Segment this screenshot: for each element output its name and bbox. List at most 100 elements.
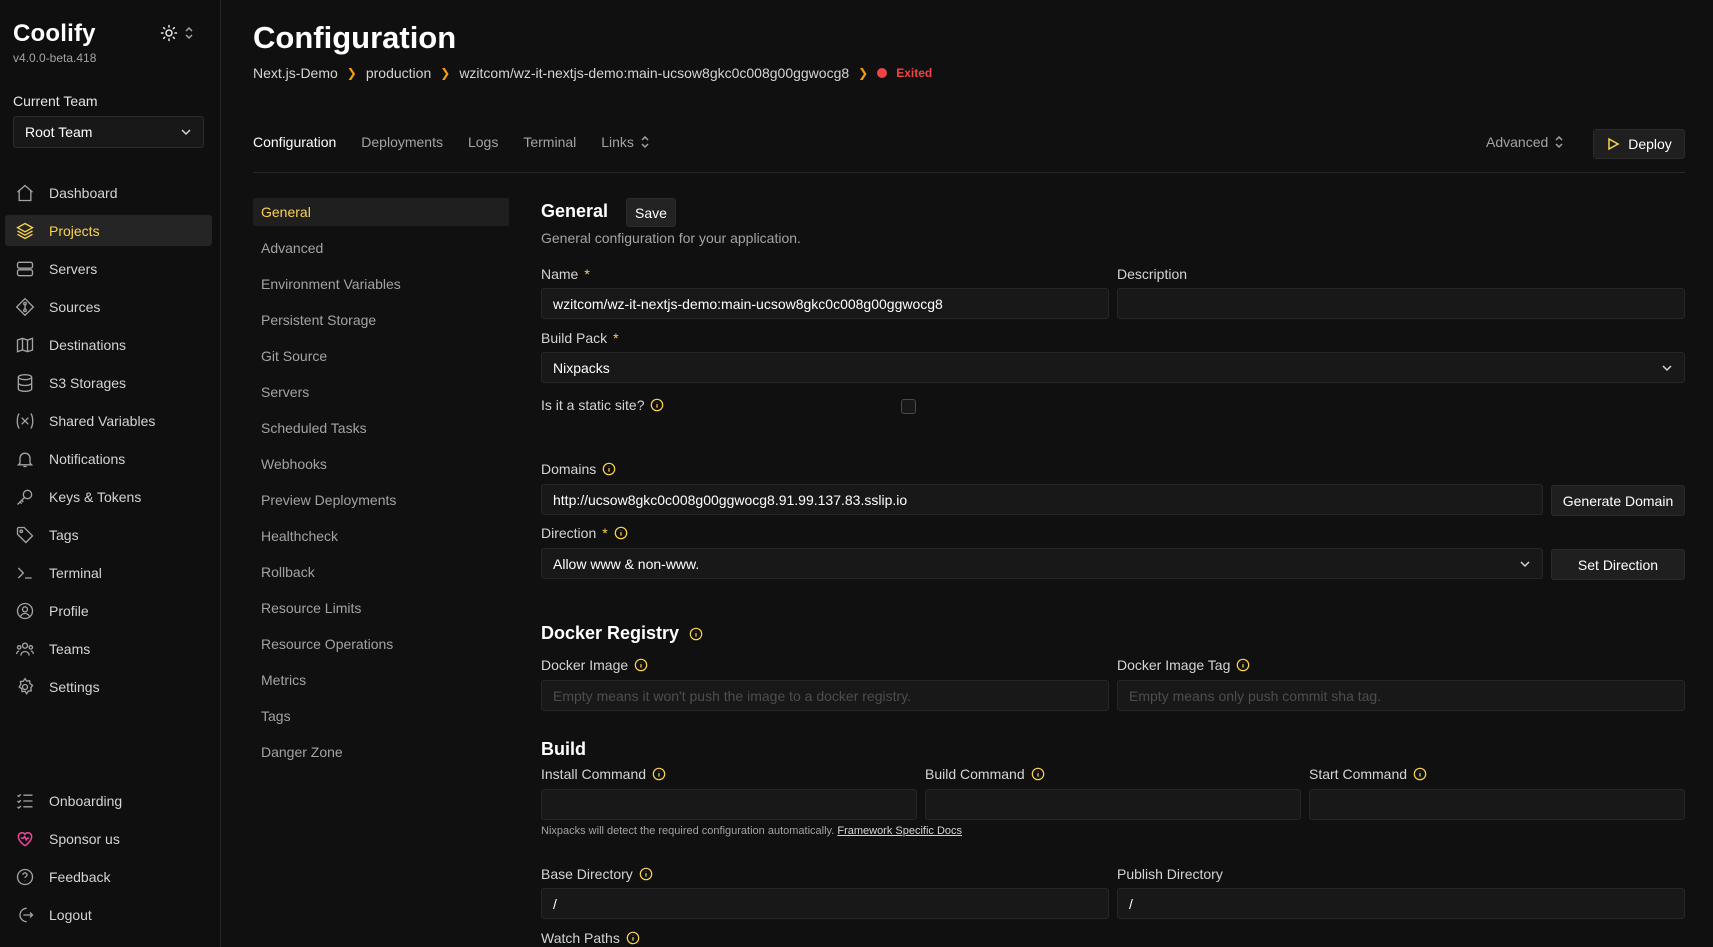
subnav-scheduled-tasks[interactable]: Scheduled Tasks [253, 414, 509, 442]
nav-item-notifications[interactable]: Notifications [5, 443, 212, 474]
page-title: Configuration [253, 20, 457, 55]
subnav-environment-variables[interactable]: Environment Variables [253, 270, 509, 298]
tab-deployments[interactable]: Deployments [361, 134, 443, 150]
base-directory-input[interactable]: / [541, 888, 1109, 919]
subnav-persistent-storage[interactable]: Persistent Storage [253, 306, 509, 334]
theme-toggle[interactable] [160, 24, 194, 42]
brand-title: Coolify [13, 20, 96, 47]
subnav-resource-limits[interactable]: Resource Limits [253, 594, 509, 622]
start-command-input[interactable] [1309, 789, 1685, 820]
tab-configuration[interactable]: Configuration [253, 134, 336, 150]
nav-item-sources[interactable]: Sources [5, 291, 212, 322]
heart-icon [14, 828, 36, 850]
nav-item-servers[interactable]: Servers [5, 253, 212, 284]
info-icon[interactable] [689, 627, 703, 641]
nav-item-tags[interactable]: Tags [5, 519, 212, 550]
status-badge: Exited [896, 66, 933, 80]
publish-directory-input[interactable]: / [1117, 888, 1685, 919]
framework-docs-link[interactable]: Framework Specific Docs [837, 825, 962, 837]
required-mark: * [584, 266, 590, 282]
subnav-webhooks[interactable]: Webhooks [253, 450, 509, 478]
watch-paths-label: Watch Paths [541, 930, 640, 946]
tab-links[interactable]: Links [601, 134, 650, 150]
info-icon[interactable] [650, 398, 664, 412]
advanced-menu[interactable]: Advanced [1486, 134, 1564, 150]
subnav-advanced[interactable]: Advanced [253, 234, 509, 262]
nav-item-teams[interactable]: Teams [5, 633, 212, 664]
docker-image-input[interactable]: Empty means it won't push the image to a… [541, 680, 1109, 711]
subnav-healthcheck[interactable]: Healthcheck [253, 522, 509, 550]
generate-domain-button[interactable]: Generate Domain [1551, 485, 1685, 516]
subnav-danger-zone[interactable]: Danger Zone [253, 738, 509, 766]
save-button[interactable]: Save [626, 198, 676, 227]
name-input[interactable]: wzitcom/wz-it-nextjs-demo:main-ucsow8gkc… [541, 288, 1109, 319]
direction-select[interactable]: Allow www & non-www. [541, 548, 1543, 579]
info-icon[interactable] [652, 767, 666, 781]
nav-item-feedback[interactable]: Feedback [5, 861, 212, 892]
bell-icon [14, 448, 36, 470]
info-icon[interactable] [1236, 658, 1250, 672]
advanced-menu-label: Advanced [1486, 134, 1549, 150]
nav-item-profile[interactable]: Profile [5, 595, 212, 626]
nav-item-settings[interactable]: Settings [5, 671, 212, 702]
subnav-servers[interactable]: Servers [253, 378, 509, 406]
docker-image-tag-label-text: Docker Image Tag [1117, 657, 1231, 673]
nav-label: Terminal [49, 564, 102, 581]
nav-item-terminal[interactable]: Terminal [5, 557, 212, 588]
info-icon[interactable] [639, 867, 653, 881]
subnav-resource-operations[interactable]: Resource Operations [253, 630, 509, 658]
nav-item-sponsor[interactable]: Sponsor us [5, 823, 212, 854]
set-direction-button[interactable]: Set Direction [1551, 549, 1685, 580]
nav-label: Logout [49, 906, 92, 923]
build-command-label-text: Build Command [925, 766, 1025, 782]
chevron-down-icon [1520, 560, 1530, 567]
nav-item-keys-tokens[interactable]: Keys & Tokens [5, 481, 212, 512]
description-input[interactable] [1117, 288, 1685, 319]
help-icon [14, 866, 36, 888]
direction-select-value: Allow www & non-www. [553, 555, 700, 572]
subnav-general[interactable]: General [253, 198, 509, 226]
info-icon[interactable] [602, 462, 616, 476]
buildpack-select[interactable]: Nixpacks [541, 352, 1685, 383]
docker-image-label: Docker Image [541, 657, 648, 673]
deploy-button-label: Deploy [1628, 136, 1672, 152]
domains-input[interactable]: http://ucsow8gkc0c008g00ggwocg8.91.99.13… [541, 484, 1543, 515]
team-select[interactable]: Root Team [13, 116, 204, 148]
install-command-input[interactable] [541, 789, 917, 820]
sun-icon [160, 24, 178, 42]
nav-item-dashboard[interactable]: Dashboard [5, 177, 212, 208]
nav-label: S3 Storages [49, 374, 127, 391]
nav-item-s3-storages[interactable]: S3 Storages [5, 367, 212, 398]
tag-icon [14, 524, 36, 546]
static-site-checkbox[interactable] [901, 399, 916, 414]
nav-item-shared-variables[interactable]: Shared Variables [5, 405, 212, 436]
nav-item-projects[interactable]: Projects [5, 215, 212, 246]
subnav-tags[interactable]: Tags [253, 702, 509, 730]
description-label: Description [1117, 266, 1188, 282]
breadcrumb-project[interactable]: Next.js-Demo [253, 65, 338, 81]
nav-item-onboarding[interactable]: Onboarding [5, 785, 212, 816]
info-icon[interactable] [614, 526, 628, 540]
breadcrumb-resource[interactable]: wzitcom/wz-it-nextjs-demo:main-ucsow8gkc… [459, 65, 849, 81]
build-command-label: Build Command [925, 766, 1045, 782]
deploy-button[interactable]: Deploy [1593, 129, 1685, 159]
nav-item-destinations[interactable]: Destinations [5, 329, 212, 360]
user-icon [14, 600, 36, 622]
subnav-metrics[interactable]: Metrics [253, 666, 509, 694]
nav-label: Projects [49, 222, 100, 239]
build-command-input[interactable] [925, 789, 1301, 820]
docker-image-tag-input[interactable]: Empty means only push commit sha tag. [1117, 680, 1685, 711]
info-icon[interactable] [626, 931, 640, 945]
subnav-git-source[interactable]: Git Source [253, 342, 509, 370]
breadcrumb-environment[interactable]: production [366, 65, 431, 81]
chevron-right-icon: ❯ [346, 66, 357, 80]
nav-label: Onboarding [49, 792, 123, 809]
subnav-rollback[interactable]: Rollback [253, 558, 509, 586]
info-icon[interactable] [1413, 767, 1427, 781]
subnav-preview-deployments[interactable]: Preview Deployments [253, 486, 509, 514]
tab-logs[interactable]: Logs [468, 134, 498, 150]
nav-item-logout[interactable]: Logout [5, 899, 212, 930]
tab-terminal[interactable]: Terminal [523, 134, 576, 150]
info-icon[interactable] [634, 658, 648, 672]
info-icon[interactable] [1031, 767, 1045, 781]
